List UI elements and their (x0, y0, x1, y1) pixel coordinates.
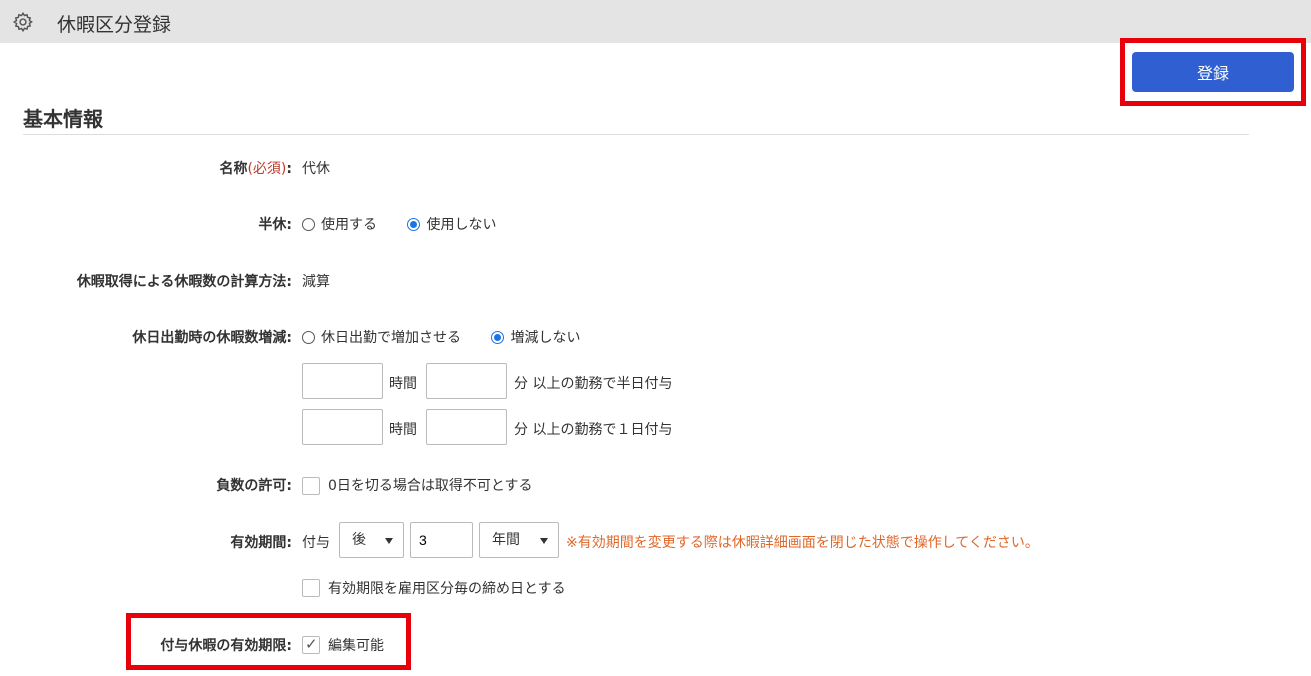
negative-checkbox[interactable] (302, 477, 320, 495)
validity-label: 有効期間: (230, 535, 292, 551)
radio-unchecked-icon[interactable] (302, 331, 315, 344)
full-grant-minutes-input[interactable] (426, 409, 507, 445)
radio-checked-icon[interactable] (491, 331, 505, 344)
negative-checkbox-label: 0日を切る場合は取得不可とする (328, 478, 533, 494)
holiday-work-label: 休日出勤時の休暇数増減: (132, 330, 292, 346)
holiday-work-option-increase-label: 休日出勤で増加させる (321, 330, 461, 346)
granted-validity-label: 付与休暇の有効期限: (160, 638, 292, 654)
full-grant-suffix: 分 以上の勤務で１日付与 (514, 422, 673, 438)
half-day-option-no-use[interactable]: 使用しない (407, 214, 496, 234)
granted-validity-checkbox-label: 編集可能 (328, 638, 384, 654)
radio-checked-icon[interactable] (407, 218, 421, 231)
half-day-option-no-use-label: 使用しない (426, 217, 497, 233)
calc-method-value: 減算 (302, 274, 330, 290)
validity-unit-value: 年間 (492, 532, 520, 548)
validity-direction-value: 後 (352, 532, 366, 548)
radio-unchecked-icon[interactable] (302, 218, 315, 231)
holiday-work-options: 休日出勤で増加させる 増減しない (302, 327, 606, 347)
granted-validity-checkbox[interactable] (302, 635, 320, 654)
register-button[interactable]: 登録 (1132, 52, 1294, 92)
chevron-down-icon (385, 538, 393, 544)
validity-direction-select[interactable]: 後 (339, 522, 404, 558)
half-day-option-use-label: 使用する (321, 217, 377, 233)
half-grant-hours-unit: 時間 (389, 376, 417, 392)
full-grant-hours-input[interactable] (302, 409, 383, 445)
section-title: 基本情報 (23, 107, 103, 131)
closing-date-checkbox-label: 有効期限を雇用区分毎の締め日とする (328, 581, 566, 597)
calc-method-label: 休暇取得による休暇数の計算方法: (76, 274, 292, 290)
validity-unit-select[interactable]: 年間 (479, 522, 559, 558)
validity-amount-input[interactable] (410, 522, 473, 558)
name-label-colon: : (286, 161, 292, 177)
name-label-text: 名称 (219, 161, 248, 177)
page-title: 休暇区分登録 (57, 14, 172, 36)
half-grant-hours-input[interactable] (302, 363, 383, 399)
gear-icon[interactable] (12, 11, 34, 33)
half-day-options: 使用する 使用しない (302, 214, 522, 234)
half-day-option-use[interactable]: 使用する (302, 214, 377, 234)
name-value: 代休 (302, 161, 330, 177)
closing-date-checkbox[interactable] (302, 579, 320, 597)
half-grant-minutes-input[interactable] (426, 363, 507, 399)
half-grant-suffix: 分 以上の勤務で半日付与 (514, 376, 673, 392)
negative-label: 負数の許可: (216, 478, 292, 494)
validity-prefix: 付与 (302, 535, 330, 551)
section-divider (23, 134, 1249, 135)
required-marker: (必須) (247, 161, 287, 177)
holiday-work-option-none[interactable]: 増減しない (491, 327, 580, 347)
holiday-work-option-none-label: 増減しない (510, 330, 581, 346)
full-grant-hours-unit: 時間 (389, 422, 417, 438)
validity-warning: ※有効期間を変更する際は休暇詳細画面を閉じた状態で操作してください。 (566, 535, 1039, 551)
holiday-work-option-increase[interactable]: 休日出勤で増加させる (302, 327, 461, 347)
name-label: 名称(必須): (219, 158, 292, 178)
chevron-down-icon (540, 538, 548, 544)
title-bar: 休暇区分登録 (0, 0, 1311, 43)
half-day-label: 半休: (258, 217, 292, 233)
